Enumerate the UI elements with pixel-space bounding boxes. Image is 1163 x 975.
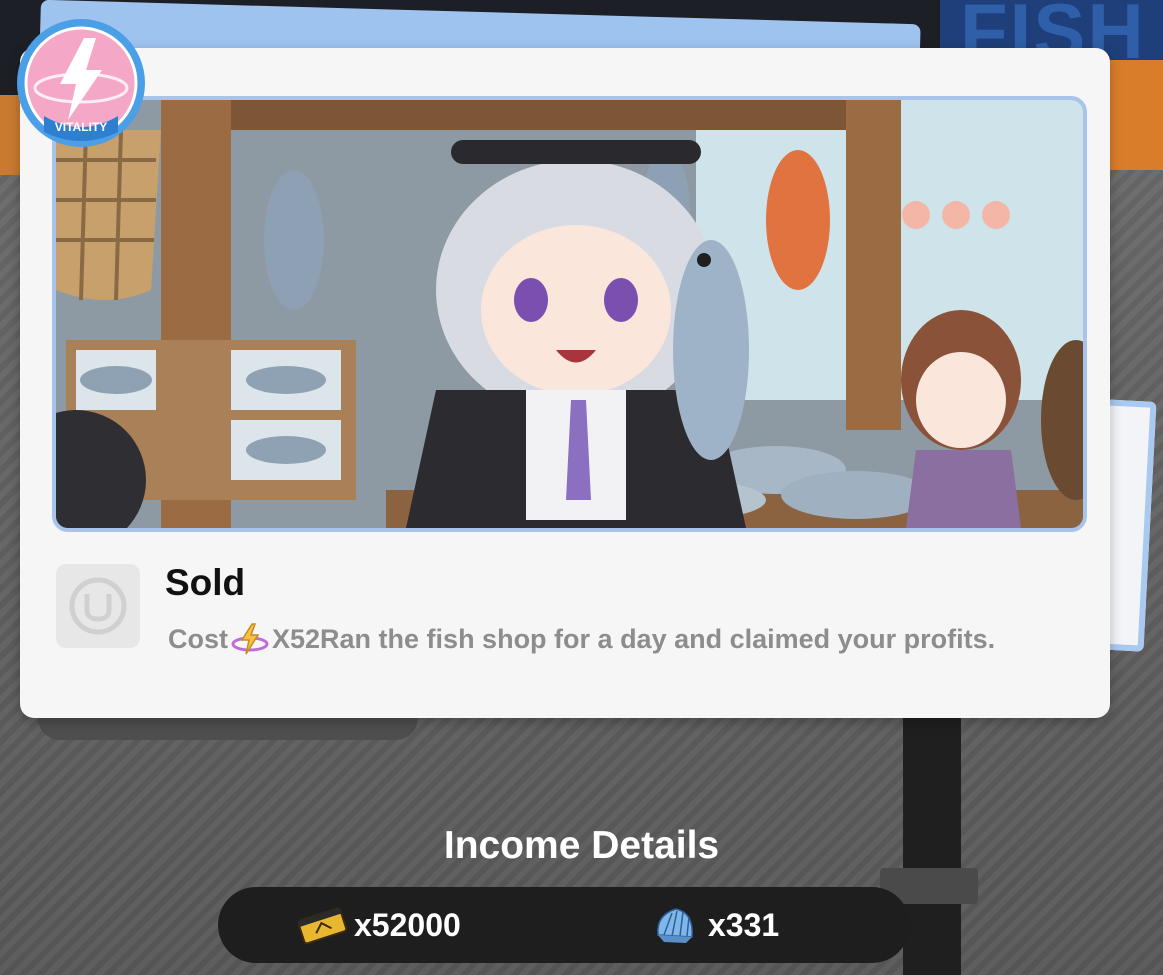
vitality-cost-icon <box>230 622 270 656</box>
event-description-text: Ran the fish shop for a day and claimed … <box>320 623 996 654</box>
vitality-icon: VITALITY <box>17 19 145 147</box>
cost-value: X52 <box>272 623 321 654</box>
event-description: Cost X52 Ran the fish shop for a day and… <box>168 622 995 656</box>
cost-label: Cost <box>168 623 228 654</box>
reward-shell: x331 <box>650 887 779 963</box>
vitality-badge: VITALITY <box>14 16 148 150</box>
event-title: Sold <box>165 562 246 603</box>
event-result-card[interactable]: Sold Cost X52 Ran the fish shop for a da… <box>20 48 1110 718</box>
income-bar: x52000 x331 <box>218 887 910 963</box>
event-type-icon <box>56 564 140 648</box>
shell-icon <box>650 905 702 945</box>
reward-dennies: x52000 <box>296 887 461 963</box>
dennies-ticket-icon <box>296 905 348 945</box>
vitality-badge-label: VITALITY <box>55 120 107 134</box>
reward-shell-amount: x331 <box>708 906 780 943</box>
income-details-title: Income Details <box>443 824 720 867</box>
event-illustration <box>52 96 1087 532</box>
shop-logo-icon <box>69 577 127 635</box>
fish-shop-illustration <box>56 100 1083 528</box>
reward-dennies-amount: x52000 <box>354 906 461 943</box>
